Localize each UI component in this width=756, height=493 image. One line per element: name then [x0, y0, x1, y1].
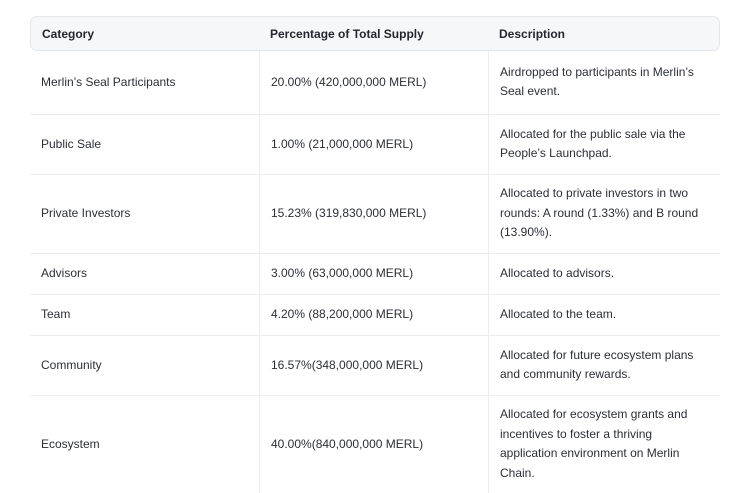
percentage-cell: 3.00% (63,000,000 MERL) [259, 254, 488, 295]
percentage-cell: 40.00%(840,000,000 MERL) [259, 396, 488, 493]
category-cell: Team [30, 295, 259, 336]
percentage-cell: 4.20% (88,200,000 MERL) [259, 295, 488, 336]
description-cell: Airdropped to participants in Merlin’s S… [488, 51, 720, 115]
category-cell: Public Sale [30, 115, 259, 175]
table-row: Ecosystem 40.00%(840,000,000 MERL) Alloc… [30, 396, 720, 493]
percentage-cell: 16.57%(348,000,000 MERL) [259, 336, 488, 396]
category-cell: Ecosystem [41, 436, 100, 451]
table-row: Private Investors 15.23% (319,830,000 ME… [30, 175, 720, 254]
description-cell: Allocated for future ecosystem plans and… [488, 336, 720, 396]
header-category[interactable]: Category [30, 16, 259, 51]
description-cell: Allocated to private investors in two ro… [488, 175, 720, 254]
percentage-cell: 15.23% (319,830,000 MERL) [259, 175, 488, 254]
table-row: Public Sale 1.00% (21,000,000 MERL) Allo… [30, 115, 720, 175]
table-row: Team 4.20% (88,200,000 MERL) Allocated t… [30, 295, 720, 336]
description-cell: Allocated to the team. [488, 295, 720, 336]
table-row: Community 16.57%(348,000,000 MERL) Alloc… [30, 336, 720, 396]
percentage-cell: 1.00% (21,000,000 MERL) [259, 115, 488, 175]
header-row: Category Percentage of Total Supply Desc… [30, 16, 720, 51]
category-cell: Private Investors [30, 175, 259, 254]
description-cell: Allocated for the public sale via the Pe… [488, 115, 720, 175]
category-cell: Advisors [30, 254, 259, 295]
category-cell: Community [30, 336, 259, 396]
description-cell: Allocated to advisors. [488, 254, 720, 295]
table-row: Advisors 3.00% (63,000,000 MERL) Allocat… [30, 254, 720, 295]
description-cell: Allocated for ecosystem grants and incen… [488, 396, 720, 493]
token-allocation-table-container: Category Percentage of Total Supply Desc… [30, 16, 720, 493]
header-description[interactable]: Description [488, 16, 720, 51]
header-percentage[interactable]: Percentage of Total Supply [259, 16, 488, 51]
token-allocation-table: Category Percentage of Total Supply Desc… [30, 16, 720, 493]
category-cell: Merlin’s Seal Participants [30, 51, 259, 115]
table-body: Merlin’s Seal Participants 20.00% (420,0… [30, 51, 720, 493]
table-header: Category Percentage of Total Supply Desc… [30, 16, 720, 51]
table-row: Merlin’s Seal Participants 20.00% (420,0… [30, 51, 720, 115]
percentage-cell: 20.00% (420,000,000 MERL) [259, 51, 488, 115]
